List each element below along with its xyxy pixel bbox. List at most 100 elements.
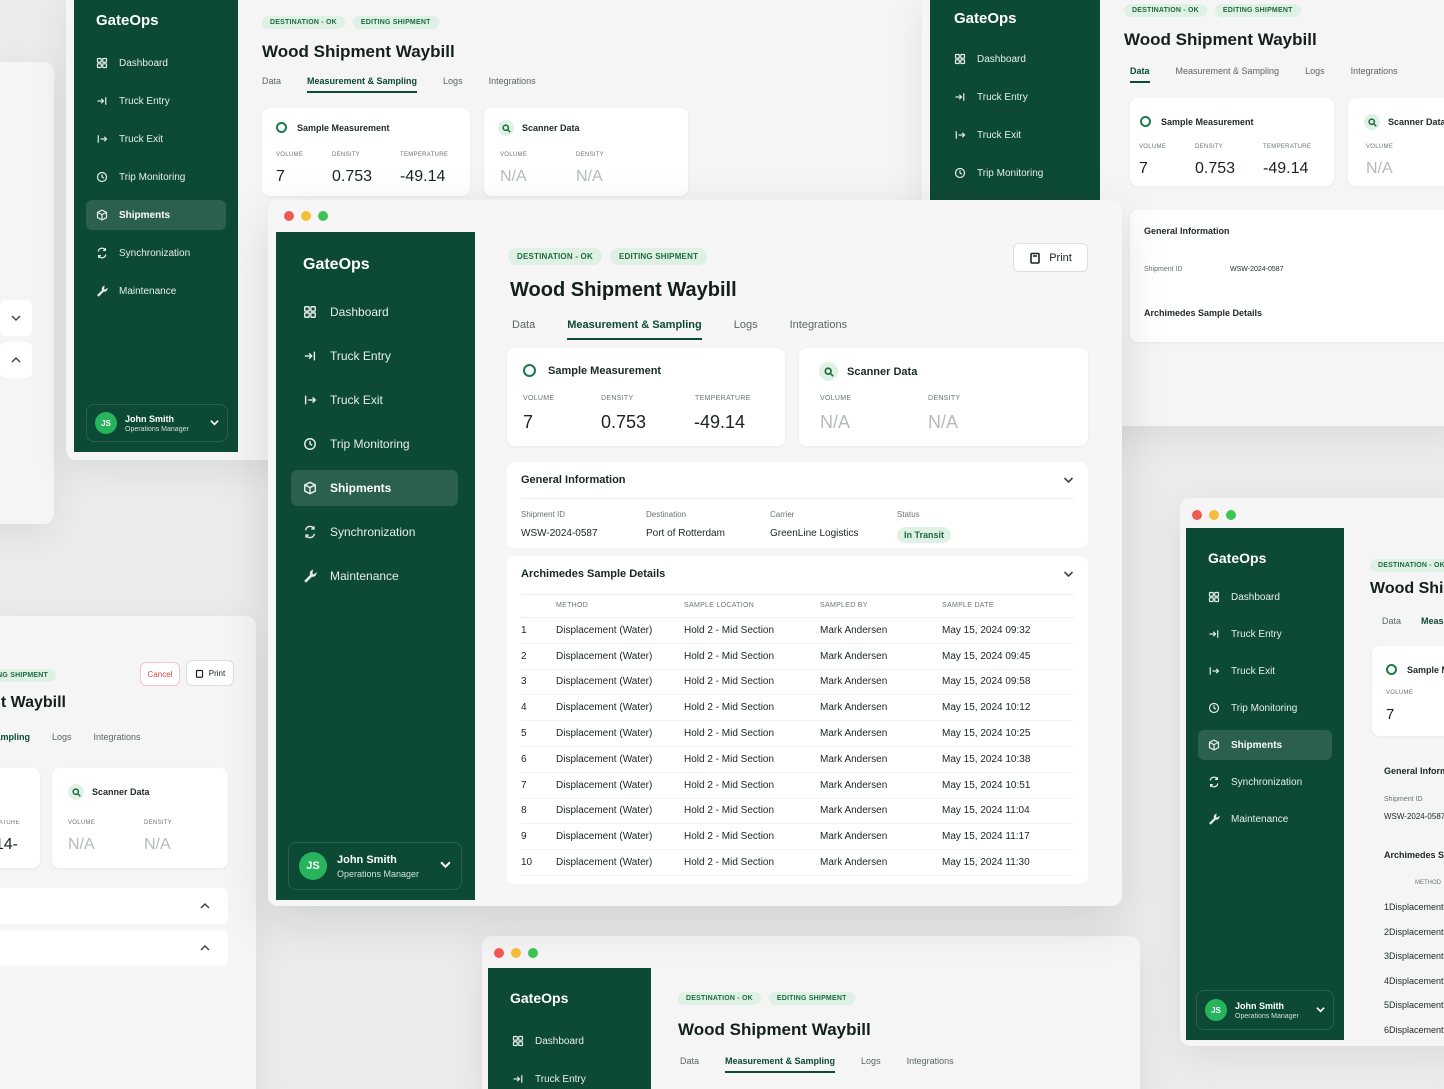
collapse-chevron[interactable] (0, 300, 32, 336)
sidebar-item-maintenance[interactable]: Maintenance (86, 276, 226, 306)
tab-logs[interactable]: Logs (443, 76, 463, 93)
user-card[interactable]: JS John Smith Operations Manager (86, 404, 228, 442)
sidebar-item-shipments[interactable]: Shipments (291, 470, 458, 506)
table-row[interactable]: 1 Displacement (Water) Hold 2 - Mid Sectio… (521, 617, 1074, 644)
expand-chevron[interactable] (0, 342, 32, 378)
sidebar-item-truck-exit[interactable]: Truck Exit (291, 382, 458, 418)
sidebar-item-truck-entry[interactable]: Truck Entry (291, 338, 458, 374)
tab-logs[interactable]: Logs (1305, 66, 1325, 83)
sidebar-item-synchronization[interactable]: Synchronization (291, 514, 458, 550)
user-card[interactable]: JS John Smith Operations Manager (288, 842, 462, 890)
sidebar-item-truck-exit[interactable]: Truck Exit (1198, 656, 1332, 686)
density-label: DENSITY (144, 820, 173, 826)
sidebar-item-truck-entry[interactable]: Truck Entry (944, 82, 1084, 112)
sidebar-item-shipments[interactable]: Shipments (86, 200, 226, 230)
collapsed-section[interactable] (0, 930, 228, 966)
close-dot[interactable] (1192, 510, 1202, 520)
tab-measurement-sampling[interactable]: Measurement & Sampling (307, 76, 418, 93)
sidebar-item-label: Synchronization (1231, 776, 1303, 788)
minimize-dot[interactable] (511, 948, 521, 958)
tab-logs[interactable]: Logs (861, 1056, 881, 1073)
table-row[interactable]: 8 Displacement (Water) Hold 2 - Mid Sectio… (521, 798, 1074, 825)
tab-integrations[interactable]: Integrations (94, 732, 141, 742)
tab-integrations[interactable]: Integrations (1351, 66, 1398, 83)
sidebar-item-trip-monitoring[interactable]: Trip Monitoring (1198, 693, 1332, 723)
sidebar-item-label: Maintenance (330, 569, 399, 583)
tab-integrations[interactable]: Integrations (907, 1056, 954, 1073)
sidebar-item-dashboard[interactable]: Dashboard (944, 44, 1084, 74)
maximize-dot[interactable] (528, 948, 538, 958)
tab-data[interactable]: Data (680, 1056, 699, 1073)
minimize-dot[interactable] (301, 211, 311, 221)
table-row[interactable]: 3 Displacement (Water) Hold 2 - Mid Sectio… (521, 669, 1074, 696)
table-row[interactable]: 2 Displacement (Water) Hold 2 - Mid Sectio… (521, 643, 1074, 670)
tab-integrations[interactable]: Integrations (790, 319, 847, 340)
tab-data[interactable]: Data (512, 319, 535, 340)
sidebar-item-shipments[interactable]: Shipments (1198, 730, 1332, 760)
sidebar-item-truck-exit[interactable]: Truck Exit (86, 124, 226, 154)
table-row[interactable]: 6Displacement (Water) (1384, 1025, 1444, 1047)
table-row[interactable]: 7 Displacement (Water) Hold 2 - Mid Sectio… (521, 772, 1074, 799)
table-row[interactable]: 4 Displacement (Water) Hold 2 - Mid Sectio… (521, 694, 1074, 722)
sidebar-item-trip-monitoring[interactable]: Trip Monitoring (291, 426, 458, 462)
sidebar-item-maintenance[interactable]: Maintenance (1198, 804, 1332, 834)
table-row[interactable]: 5 Displacement (Water) Hold 2 - Mid Sectio… (521, 720, 1074, 747)
tab-measurement-sampling[interactable]: Measurement & Sampling (1176, 66, 1280, 83)
tab-measurement[interactable]: Measurement & Sampling (0, 732, 30, 742)
tab-logs[interactable]: Logs (52, 732, 72, 742)
table-row[interactable]: 5Displacement (Water) (1384, 1000, 1444, 1024)
sidebar-item-truck-entry[interactable]: Truck Entry (502, 1064, 638, 1089)
print-button[interactable]: Print (1013, 243, 1088, 272)
table-row[interactable]: 10 Displacement (Water) Hold 2 - Mid Secti… (521, 849, 1074, 876)
tab-measurement-sampling[interactable]: Measurement & Sampling (567, 319, 702, 340)
sidebar-item-trip-monitoring[interactable]: Trip Monitoring (86, 162, 226, 192)
tab-data[interactable]: Data (1382, 616, 1401, 626)
sidebar-item-synchronization[interactable]: Synchronization (86, 238, 226, 268)
collapsed-section[interactable] (0, 888, 228, 924)
location-header: SAMPLE LOCATION (684, 602, 820, 618)
close-dot[interactable] (494, 948, 504, 958)
minimize-dot[interactable] (1209, 510, 1219, 520)
archimedes-header[interactable]: Archimedes Sample Details (521, 568, 1074, 580)
sidebar-item-truck-entry[interactable]: Truck Entry (1198, 619, 1332, 649)
chevron-down-icon[interactable] (440, 857, 451, 875)
tab-data[interactable]: Data (262, 76, 281, 93)
search-icon (819, 362, 838, 381)
window-controls (284, 211, 328, 221)
maximize-dot[interactable] (1226, 510, 1236, 520)
tab-measurement[interactable]: Measurement & Sampling (1421, 616, 1444, 626)
table-row[interactable]: 6 Displacement (Water) Hold 2 - Mid Sectio… (521, 746, 1074, 773)
sidebar-item-truck-entry[interactable]: Truck Entry (86, 86, 226, 116)
sidebar-item-truck-exit[interactable]: Truck Exit (944, 120, 1084, 150)
table-row[interactable]: 1Displacement (Water) (1384, 902, 1444, 926)
chevron-down-icon[interactable] (1063, 476, 1074, 484)
sidebar-item-dashboard[interactable]: Dashboard (502, 1026, 638, 1056)
close-dot[interactable] (284, 211, 294, 221)
sidebar-item-label: Truck Entry (119, 95, 170, 107)
tab-data[interactable]: Data (1130, 66, 1150, 83)
table-row[interactable]: 9 Displacement (Water) Hold 2 - Mid Sectio… (521, 823, 1074, 851)
sidebar-item-trip-monitoring[interactable]: Trip Monitoring (944, 158, 1084, 188)
sidebar-item-dashboard[interactable]: Dashboard (291, 294, 458, 330)
maximize-dot[interactable] (318, 211, 328, 221)
chevron-down-icon[interactable] (1063, 570, 1074, 578)
sidebar-item-dashboard[interactable]: Dashboard (86, 48, 226, 78)
print-button[interactable]: Print (186, 660, 234, 686)
cancel-button[interactable]: Cancel (140, 662, 180, 686)
tab-integrations[interactable]: Integrations (489, 76, 536, 93)
user-card[interactable]: JS John Smith Operations Manager (1196, 990, 1334, 1030)
sidebar-item-label: Truck Entry (330, 349, 391, 363)
tab-measurement-sampling[interactable]: Measurement & Sampling (725, 1056, 836, 1073)
sidebar-item-synchronization[interactable]: Synchronization (1198, 767, 1332, 797)
tab-logs[interactable]: Logs (734, 319, 758, 340)
table-row[interactable]: 3Displacement (Water) (1384, 951, 1444, 975)
table-row[interactable]: 4Displacement (Water) (1384, 976, 1444, 1000)
window-controls (1192, 510, 1236, 520)
chevron-down-icon[interactable] (1316, 1001, 1325, 1019)
chevron-down-icon[interactable] (210, 414, 219, 432)
table-row[interactable]: 2Displacement (Water) (1384, 927, 1444, 951)
sidebar-item-maintenance[interactable]: Maintenance (291, 558, 458, 594)
sidebar-item-dashboard[interactable]: Dashboard (1198, 582, 1332, 612)
sampled-by-cell: Mark Andersen (820, 617, 942, 644)
general-info-header[interactable]: General Information (521, 474, 1074, 486)
